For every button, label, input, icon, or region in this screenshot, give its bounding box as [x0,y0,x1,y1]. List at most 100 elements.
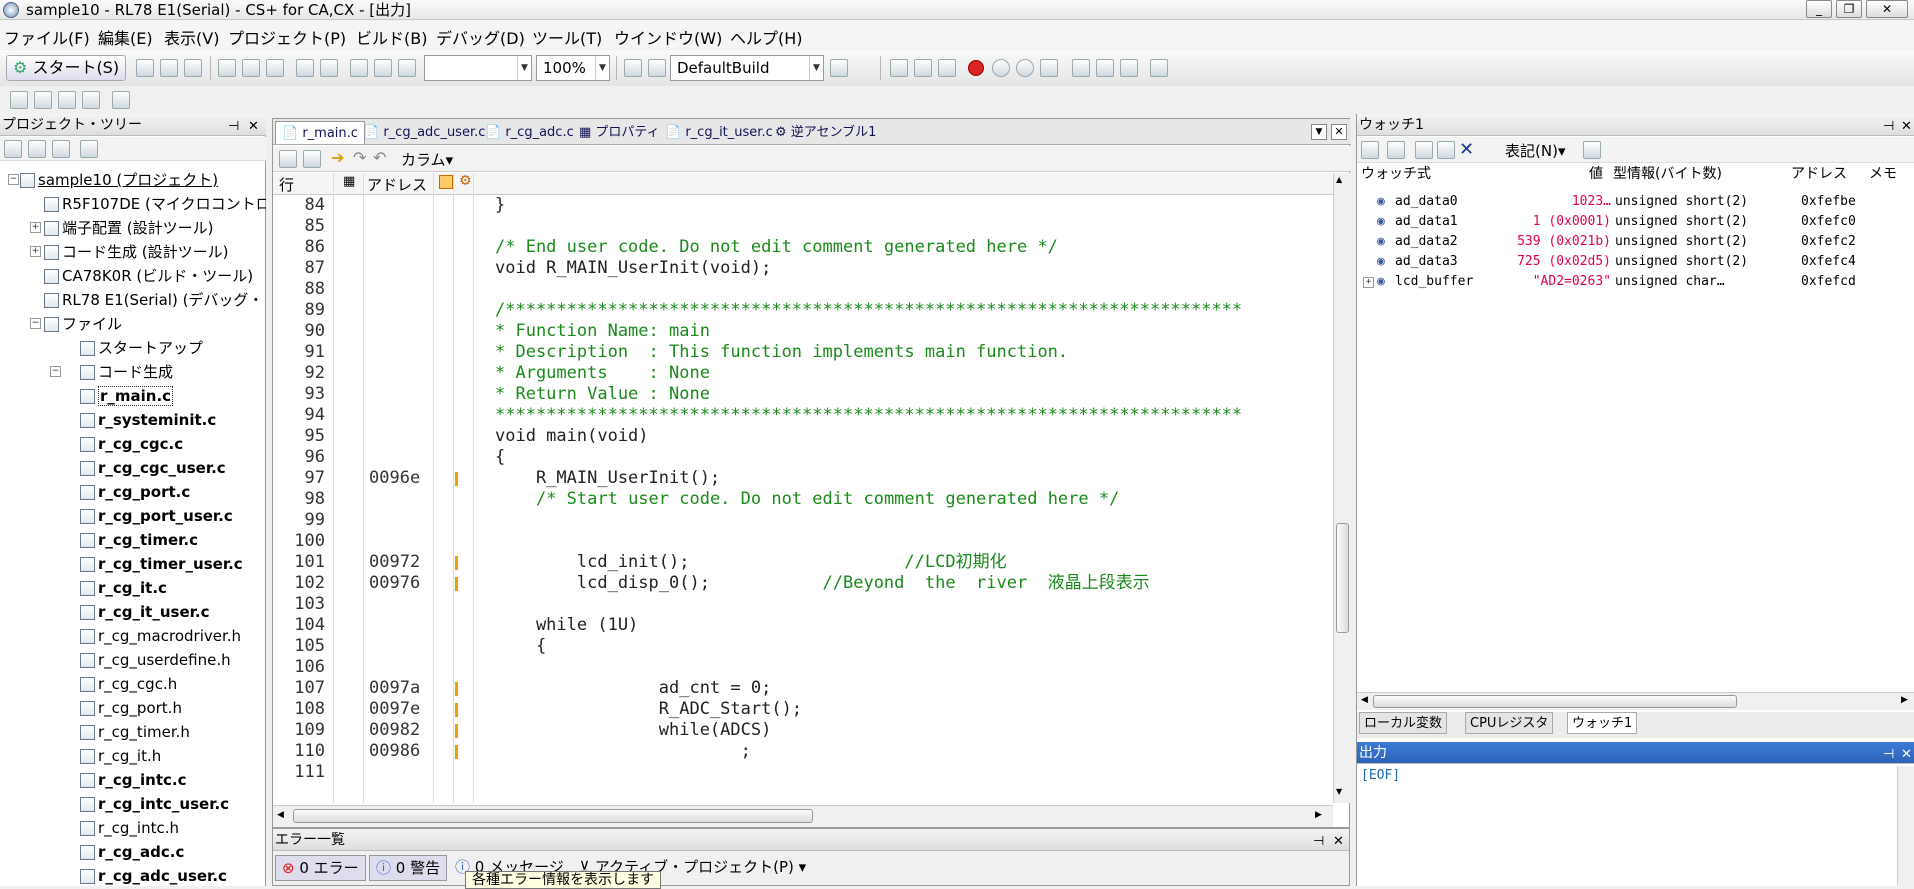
tab-properties[interactable]: ▦ プロパティ [579,121,660,144]
pin-icon[interactable]: ⊣ [1883,116,1894,138]
close-icon[interactable]: ✕ [248,116,259,138]
find-icon[interactable] [350,59,368,77]
tab-local-variables[interactable]: ローカル変数 [1359,712,1448,734]
event-column-icon[interactable]: ⚙ [459,173,472,189]
return-icon[interactable] [1040,59,1058,77]
breakpoint-marker[interactable] [455,682,458,696]
code-line[interactable]: 103 [273,594,1333,615]
run-icon[interactable] [1016,59,1034,77]
watch-row[interactable]: ◉ ad_data2 539 (0x021b) unsigned short(2) 0x… [1357,232,1914,252]
open-icon[interactable] [136,59,154,77]
tree-file[interactable]: r_cg_port.c [80,480,190,504]
tree-file[interactable]: r_cg_cgc.c [80,432,183,456]
watch-row[interactable]: ◉ + lcd_buffer "AD2=0263" unsigned char… 0xfe… [1357,272,1914,292]
menu-view[interactable]: 表示(V) [164,25,219,49]
column-menu[interactable]: カラム▾ [401,149,453,170]
tab-watch1[interactable]: ウォッチ1 [1567,712,1638,734]
build-settings-icon[interactable] [830,59,848,77]
code-line[interactable]: 100 [273,531,1333,552]
tree-node-1[interactable]: 端子配置 (設計ツール) [44,216,213,240]
watch-row[interactable]: ◉ ad_data1 1 (0x0001) unsigned short(2) 0xfe… [1357,212,1914,232]
start-button[interactable]: ⚙ スタート(S) [6,55,127,81]
reset-icon[interactable] [938,59,956,77]
tree-file[interactable]: r_cg_adc.c [80,840,184,864]
minimize-button[interactable]: _ [1806,0,1832,18]
menu-file[interactable]: ファイル(F) [4,25,90,49]
warnings-filter-button[interactable]: ⓘ 0 警告 [369,855,448,881]
expand-toggle[interactable]: − [8,174,19,185]
sort-icon[interactable] [4,140,22,158]
trace-icon[interactable] [1150,59,1168,77]
redo-icon[interactable] [320,59,338,77]
paste-icon[interactable] [266,59,284,77]
palette-icon[interactable] [1387,141,1405,159]
menu-debug[interactable]: デバッグ(D) [436,25,525,49]
code-line[interactable]: 99 [273,510,1333,531]
tree-file[interactable]: r_cg_it_user.c [80,600,209,624]
pin-icon[interactable]: ⊣ [1883,744,1894,766]
delete-icon[interactable]: ✕ [1459,139,1474,160]
tree-file[interactable]: r_cg_cgc.h [80,672,177,696]
build-mode-combo[interactable]: DefaultBuild ▼ [670,55,824,81]
tree-file[interactable]: r_cg_macrodriver.h [80,624,241,648]
tree-file[interactable]: r_cg_port.h [80,696,182,720]
code-line[interactable]: 85 [273,216,1333,237]
disconnect-icon[interactable] [914,59,932,77]
tree-node-4[interactable]: RL78 E1(Serial) (デバッグ・ [44,288,263,312]
code-line[interactable]: 95 void main(void) [273,426,1333,447]
step-over-icon[interactable] [1096,59,1114,77]
editor-tool-icon-1[interactable] [279,150,297,168]
pin-icon[interactable]: ⊣ [1313,831,1324,853]
pin-icon[interactable]: ⊣ [228,116,239,138]
expand-toggle[interactable]: − [50,366,61,377]
save-all-icon[interactable] [184,59,202,77]
code-line[interactable]: 92 * Arguments : None [273,363,1333,384]
code-line[interactable]: 84} [273,195,1333,216]
tree-file[interactable]: r_cg_timer.h [80,720,190,744]
watch-hscroll[interactable]: ◀ ▶ [1357,692,1914,710]
editor-vertical-scrollbar[interactable]: ▲ ▼ [1333,173,1351,803]
tab-r-main-c[interactable]: 📄 r_main.c [275,121,365,144]
copy-icon[interactable] [242,59,260,77]
breakpoint-marker[interactable] [455,556,458,570]
breakpoint-marker[interactable] [455,472,458,486]
build-icon[interactable] [624,59,642,77]
tree-file[interactable]: r_cg_intc.h [80,816,179,840]
window-icon-2[interactable] [34,91,52,109]
code-line[interactable]: 107 0097a ad_cnt = 0; [273,678,1333,699]
tab-list-button[interactable]: ▼ [1311,124,1327,140]
replace-icon[interactable] [374,59,392,77]
tree-file[interactable]: r_cg_adc_user.c [80,864,227,886]
folder-icon[interactable] [1437,141,1455,159]
tree-node-0[interactable]: R5F107DE (マイクロコントロ [44,192,266,216]
tree-node-5[interactable]: ファイル [44,312,122,336]
expand-toggle[interactable]: + [1363,277,1374,288]
scroll-thumb[interactable] [1336,523,1349,633]
expand-toggle[interactable]: + [30,222,41,233]
close-icon[interactable]: ✕ [1333,831,1344,853]
code-line[interactable]: 97 0096e R_MAIN_UserInit(); [273,468,1333,489]
code-line[interactable]: 90 * Function Name: main [273,321,1333,342]
go-icon[interactable] [992,59,1010,77]
refresh-icon[interactable] [80,140,98,158]
breakpoint-column-icon[interactable] [439,175,453,189]
expand-toggle[interactable]: + [30,246,41,257]
close-icon[interactable]: ✕ [1901,116,1912,138]
code-line[interactable]: 109 00982 while(ADCS) [273,720,1333,741]
menu-build[interactable]: ビルド(B) [356,25,427,49]
code-line[interactable]: 91 * Description : This function implemen… [273,342,1333,363]
zoom-combo[interactable]: 100% ▼ [536,55,610,81]
tree-file[interactable]: r_cg_timer.c [80,528,198,552]
editor-tool-icon-2[interactable] [303,150,321,168]
code-line[interactable]: 87 void R_MAIN_UserInit(void); [273,258,1333,279]
undo-icon[interactable]: ↶ [373,148,386,167]
code-line[interactable]: 86 /* End user code. Do not edit comment … [273,237,1333,258]
window-icon-5[interactable] [112,91,130,109]
tree-file[interactable]: r_cg_timer_user.c [80,552,243,576]
code-line[interactable]: 89 /*************************************… [273,300,1333,321]
add-watch-icon[interactable] [1415,141,1433,159]
code-line[interactable]: 104 while (1U) [273,615,1333,636]
download-icon[interactable] [890,59,908,77]
window-icon-3[interactable] [58,91,76,109]
code-line[interactable]: 93 * Return Value : None [273,384,1333,405]
